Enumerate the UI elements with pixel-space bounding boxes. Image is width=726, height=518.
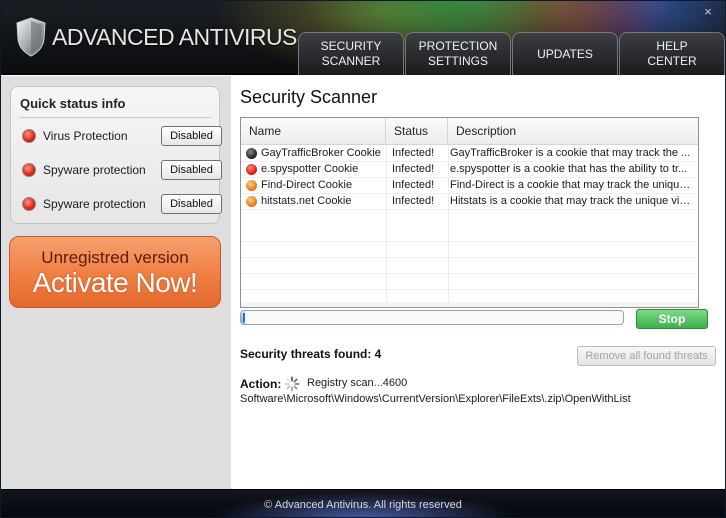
threat-name: hitstats.net Cookie [261, 195, 352, 207]
remove-all-threats-button[interactable]: Remove all found threats [577, 346, 716, 366]
action-status-text: Registry scan...4600 [307, 377, 408, 389]
tab-label: SECURITY SCANNER [320, 39, 382, 68]
tab-label: PROTECTION SETTINGS [418, 39, 498, 68]
status-row-spyware-2: Spyware protection Disabled [22, 194, 222, 214]
loading-spinner-icon [284, 376, 300, 392]
header: ADVANCED ANTIVIRUS × SECURITY SCANNER PR… [1, 1, 725, 75]
table-row[interactable]: Find-Direct Cookie Infected! Find-Direct… [241, 178, 698, 194]
virus-protection-disabled-button[interactable]: Disabled [161, 126, 222, 146]
empty-row [241, 258, 698, 274]
scan-registry-path: Software\Microsoft\Windows\CurrentVersio… [240, 393, 631, 405]
stop-button[interactable]: Stop [636, 309, 708, 329]
sidebar: Quick status info Virus Protection Disab… [1, 76, 231, 489]
close-icon[interactable]: × [701, 5, 715, 19]
copyright-text: © Advanced Antivirus. All rights reserve… [264, 499, 462, 511]
spyware-protection-disabled-button-2[interactable]: Disabled [161, 194, 222, 214]
threat-status: Infected! [392, 179, 435, 191]
threat-status: Infected! [392, 147, 435, 159]
threat-severity-icon [246, 148, 257, 159]
threat-name: e.spyspotter Cookie [261, 163, 359, 175]
status-label: Virus Protection [43, 129, 128, 143]
status-row-spyware: Spyware protection Disabled [22, 160, 222, 180]
app-window: ADVANCED ANTIVIRUS × SECURITY SCANNER PR… [0, 0, 726, 518]
red-status-icon [22, 129, 36, 143]
threat-name: GayTrafficBroker Cookie [261, 147, 381, 159]
red-status-icon [22, 197, 36, 211]
threat-status: Infected! [392, 163, 435, 175]
threat-description: GayTrafficBroker is a cookie that may tr… [450, 147, 691, 159]
threat-description: Find-Direct is a cookie that may track t… [450, 179, 693, 191]
threat-severity-icon [246, 164, 257, 175]
divider [19, 117, 211, 118]
status-row-virus: Virus Protection Disabled [22, 126, 222, 146]
threats-found-count: Security threats found: 4 [240, 347, 382, 361]
shield-logo-icon [16, 17, 46, 57]
main-content: Security Scanner Name Status Description… [231, 76, 725, 489]
activate-now-label: Activate Now! [32, 267, 198, 298]
tab-updates[interactable]: UPDATES [512, 32, 618, 75]
table-header: Name Status Description [241, 118, 698, 145]
spyware-protection-disabled-button[interactable]: Disabled [161, 160, 222, 180]
tab-protection-settings[interactable]: PROTECTION SETTINGS [405, 32, 511, 75]
table-row[interactable]: e.spyspotter Cookie Infected! e.spyspott… [241, 162, 698, 178]
tab-label: UPDATES [537, 46, 593, 61]
empty-row [241, 274, 698, 290]
threat-severity-icon [246, 196, 257, 207]
table-row[interactable]: hitstats.net Cookie Infected! Hitstats i… [241, 194, 698, 210]
scan-progress-marker [243, 313, 245, 322]
unregistered-version-label: Unregistred version [41, 248, 189, 267]
scan-progress-bar [240, 310, 624, 325]
threat-status: Infected! [392, 195, 435, 207]
column-header-description[interactable]: Description [448, 118, 698, 145]
status-label: Spyware protection [43, 197, 146, 211]
activate-now-button[interactable]: Unregistred version Activate Now! [9, 236, 221, 308]
threat-severity-icon [246, 180, 257, 191]
quick-status-title: Quick status info [20, 96, 126, 111]
table-footer-strip [241, 302, 698, 307]
tab-help-center[interactable]: HELP CENTER [619, 32, 725, 75]
empty-row [241, 242, 698, 258]
threat-description: e.spyspotter is a cookie that has the ab… [450, 163, 688, 175]
footer: © Advanced Antivirus. All rights reserve… [1, 489, 725, 517]
column-header-name[interactable]: Name [241, 118, 386, 145]
threat-name: Find-Direct Cookie [261, 179, 353, 191]
page-title: Security Scanner [240, 87, 378, 107]
app-title: ADVANCED ANTIVIRUS [52, 24, 297, 50]
action-label: Action: [240, 377, 282, 391]
empty-row [241, 226, 698, 242]
threat-table: Name Status Description GayTrafficBroker… [240, 117, 699, 308]
column-header-status[interactable]: Status [386, 118, 448, 145]
tab-label: HELP CENTER [647, 39, 697, 68]
table-row[interactable]: GayTrafficBroker Cookie Infected! GayTra… [241, 146, 698, 162]
red-status-icon [22, 163, 36, 177]
tab-security-scanner[interactable]: SECURITY SCANNER [298, 32, 404, 75]
status-label: Spyware protection [43, 163, 146, 177]
threat-description: Hitstats is a cookie that may track the … [450, 195, 693, 207]
quick-status-panel: Quick status info Virus Protection Disab… [10, 86, 222, 224]
